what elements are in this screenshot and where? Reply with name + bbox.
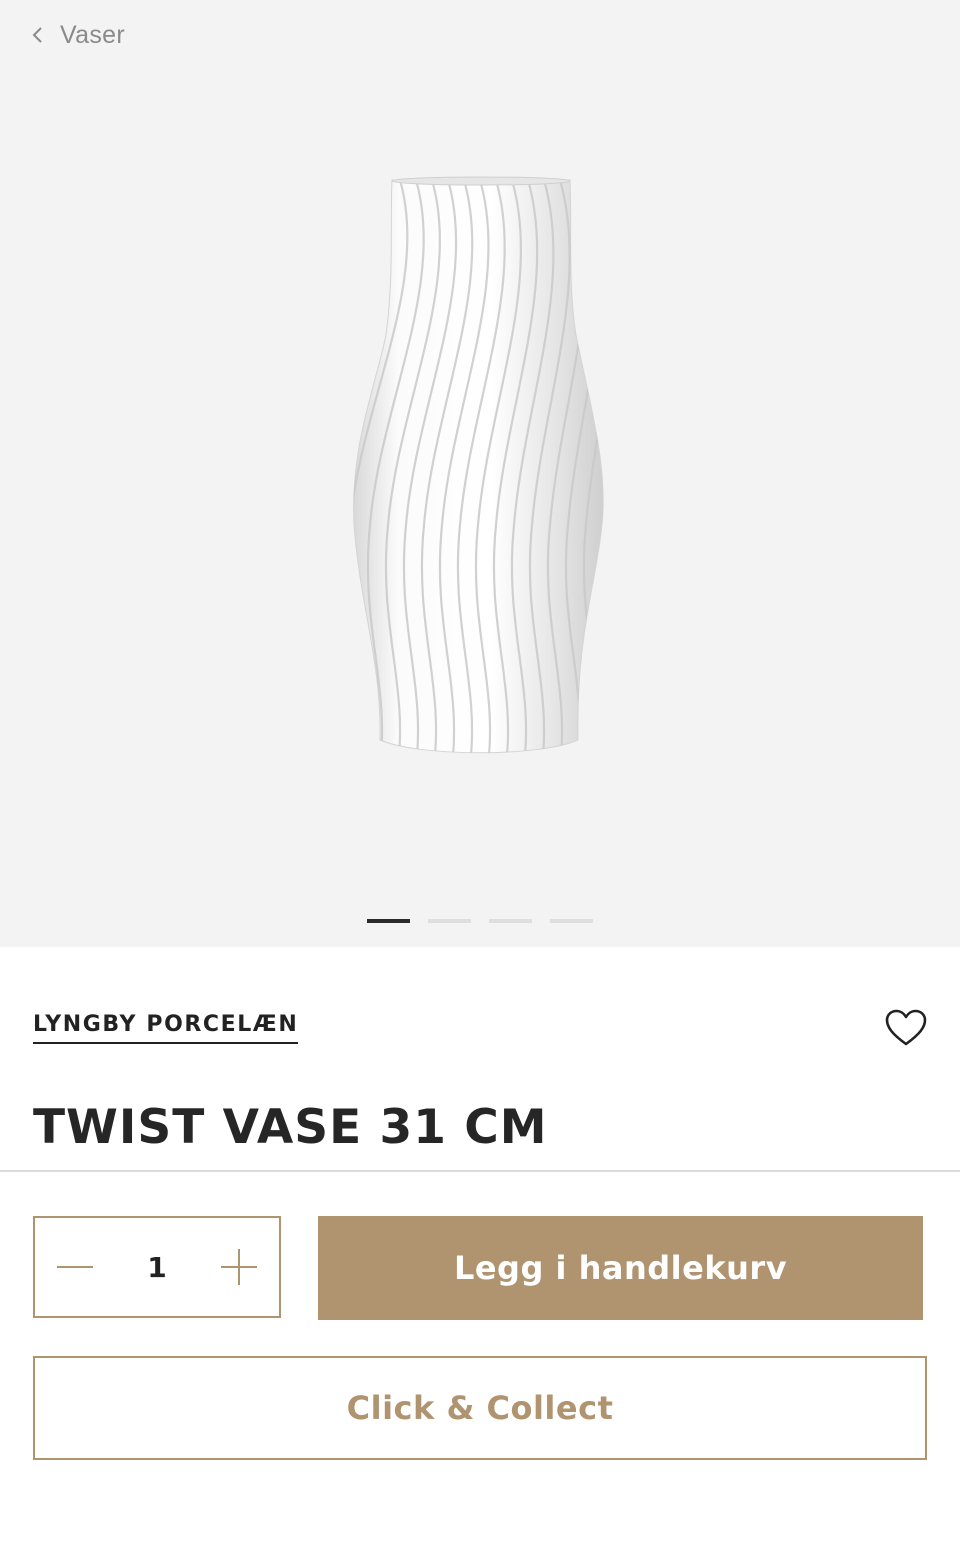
add-to-cart-button[interactable]: Legg i handlekurv bbox=[318, 1216, 923, 1320]
quantity-value[interactable]: 1 bbox=[127, 1251, 187, 1284]
back-link[interactable]: Vaser bbox=[30, 18, 125, 52]
gallery-dot-3[interactable] bbox=[489, 919, 532, 923]
gallery-dot-4[interactable] bbox=[550, 919, 593, 923]
increment-button[interactable] bbox=[199, 1218, 279, 1316]
section-divider bbox=[0, 1170, 960, 1172]
minus-icon bbox=[57, 1266, 93, 1268]
heart-icon[interactable] bbox=[884, 1008, 928, 1048]
product-title: TWIST VASE 31 CM bbox=[33, 1100, 548, 1155]
gallery-dot-2[interactable] bbox=[428, 919, 471, 923]
brand-link[interactable]: LYNGBY PORCELÆN bbox=[33, 1012, 299, 1044]
quantity-stepper: 1 bbox=[33, 1216, 281, 1318]
gallery-pagination bbox=[367, 919, 593, 923]
click-and-collect-button[interactable]: Click & Collect bbox=[33, 1356, 927, 1460]
product-gallery[interactable]: Vaser bbox=[0, 0, 960, 947]
product-page: Vaser LYNGBY PORCELÆN TWIST VASE 31 CM 1… bbox=[0, 0, 960, 1541]
chevron-left-icon bbox=[32, 27, 42, 43]
gallery-dot-1[interactable] bbox=[367, 919, 410, 923]
plus-icon bbox=[221, 1249, 257, 1285]
vase-product-image bbox=[353, 176, 604, 754]
decrement-button[interactable] bbox=[35, 1218, 115, 1316]
back-link-label: Vaser bbox=[60, 20, 125, 49]
